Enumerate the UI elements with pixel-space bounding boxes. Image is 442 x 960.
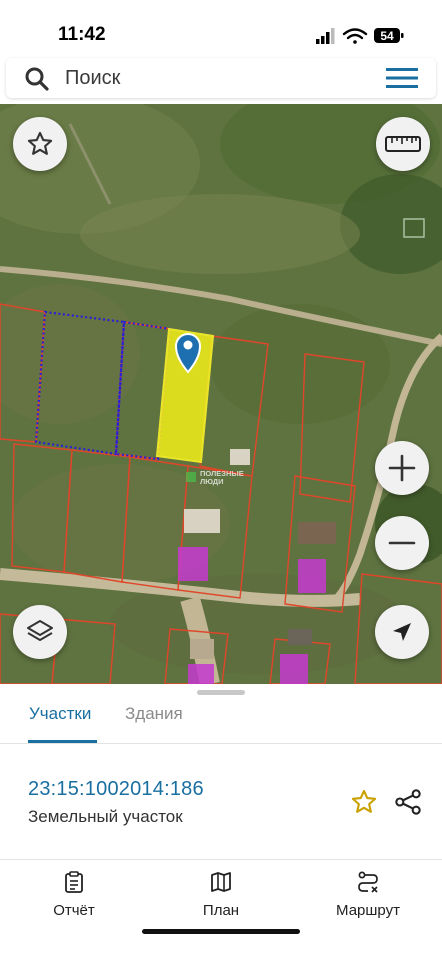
route-icon: [358, 871, 378, 893]
parcel-info-sheet: Участки Здания 23:15:1002014:186 Земельн…: [0, 684, 442, 960]
zoom-out-button[interactable]: [375, 516, 429, 570]
nav-divider: [0, 859, 442, 860]
nav-plan[interactable]: План: [161, 870, 281, 919]
object-type: Земельный участок: [28, 807, 183, 826]
ruler-button[interactable]: [376, 117, 430, 171]
star-icon: [27, 131, 53, 155]
battery-icon: 54: [374, 28, 404, 43]
nav-route[interactable]: Маршрут: [308, 870, 428, 919]
tab-buildings[interactable]: Здания: [125, 704, 183, 724]
locate-me-button[interactable]: [375, 605, 429, 659]
layers-icon: [27, 620, 53, 641]
satellite-map[interactable]: ПОЛЕЗНЫЕ ЛЮДИ: [0, 104, 442, 684]
hamburger-menu-icon[interactable]: [386, 67, 418, 89]
watermark-text-2: ЛЮДИ: [200, 477, 224, 486]
status-time: 11:42: [58, 24, 106, 45]
zoom-in-button[interactable]: [375, 441, 429, 495]
nav-report[interactable]: Отчёт: [14, 870, 134, 919]
nav-plan-label: План: [202, 902, 240, 919]
wifi-icon: [342, 28, 368, 44]
status-icons: 54: [316, 28, 404, 44]
tabs-divider: [0, 743, 442, 744]
search-bar[interactable]: Поиск: [6, 58, 436, 98]
search-input[interactable]: Поиск: [65, 67, 120, 90]
favorite-map-button[interactable]: [13, 117, 67, 171]
battery-level: 54: [380, 29, 394, 43]
minus-icon: [388, 541, 416, 545]
nav-report-label: Отчёт: [53, 902, 95, 919]
ruler-icon: [385, 136, 421, 152]
search-icon[interactable]: [24, 66, 50, 92]
sheet-drag-handle[interactable]: [197, 690, 245, 695]
map-plan-icon: [211, 872, 231, 892]
favorite-star-icon[interactable]: [350, 788, 378, 816]
signal-icon: [316, 28, 335, 44]
home-indicator[interactable]: [142, 929, 300, 934]
plus-icon: [388, 454, 416, 482]
status-bar: 11:42 54: [0, 0, 442, 58]
tab-parcels[interactable]: Участки: [29, 704, 91, 724]
share-icon[interactable]: [394, 788, 422, 816]
watermark-logo-icon: [186, 472, 196, 482]
report-clipboard-icon: [65, 871, 83, 893]
cadastral-number[interactable]: 23:15:1002014:186: [28, 778, 204, 801]
map-canvas[interactable]: ПОЛЕЗНЫЕ ЛЮДИ: [0, 104, 442, 684]
navigation-arrow-icon: [393, 623, 411, 641]
nav-route-label: Маршрут: [336, 902, 400, 919]
layers-button[interactable]: [13, 605, 67, 659]
